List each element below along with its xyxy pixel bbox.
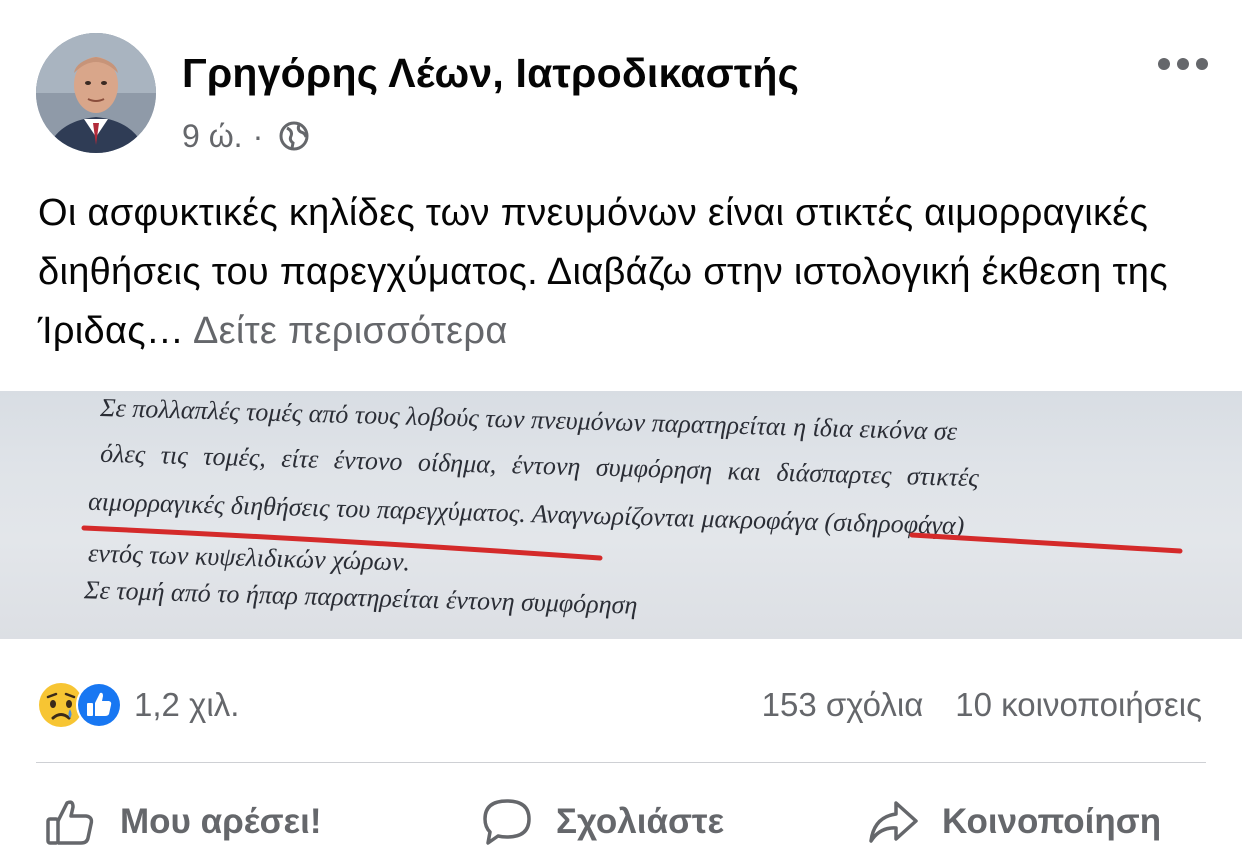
shares-count[interactable]: 10 κοινοποιήσεις <box>955 686 1202 724</box>
share-button[interactable]: Κοινοποίηση <box>866 792 1161 852</box>
comments-count[interactable]: 153 σχόλια <box>762 686 924 724</box>
post-text: Οι ασφυκτικές κηλίδες των πνευμόνων είνα… <box>38 184 1208 361</box>
thumbs-up-icon <box>46 800 94 845</box>
engagement-stats: 153 σχόλια 10 κοινοποιήσεις <box>762 682 1202 728</box>
comment-bubble-icon <box>483 799 531 845</box>
post-header: Γρηγόρης Λέων, Ιατροδικαστής 9 ώ. · <box>0 0 1242 170</box>
comment-button[interactable]: Σχολιάστε <box>480 792 724 852</box>
reactions-count[interactable]: 1,2 χιλ. <box>134 686 239 724</box>
action-bar: Μου αρέσει! Σχολιάστε Κοινοποίηση <box>0 778 1242 862</box>
post-time[interactable]: 9 ώ. <box>182 118 243 155</box>
share-arrow-icon <box>869 801 918 843</box>
globe-icon <box>279 121 309 151</box>
red-underline-marks <box>81 525 1183 561</box>
avatar-portrait <box>36 33 156 153</box>
comment-label: Σχολιάστε <box>556 802 725 841</box>
more-options-icon[interactable] <box>1158 52 1208 76</box>
share-label: Κοινοποίηση <box>942 802 1162 841</box>
meta-separator: · <box>252 117 264 154</box>
post-photo[interactable]: Σε πολλαπλές τομές από τους λοβούς των π… <box>0 391 1242 639</box>
divider <box>36 762 1206 763</box>
like-label: Μου αρέσει! <box>120 802 322 841</box>
reactions-summary[interactable]: 1,2 χιλ. <box>36 680 239 730</box>
post-meta: 9 ώ. · <box>182 114 311 158</box>
author-avatar[interactable] <box>36 33 156 153</box>
like-button[interactable]: Μου αρέσει! <box>44 792 322 852</box>
see-more-link[interactable]: Δείτε περισσότερα <box>193 310 508 352</box>
like-reaction-icon <box>76 682 122 728</box>
author-name[interactable]: Γρηγόρης Λέων, Ιατροδικαστής <box>182 50 799 97</box>
